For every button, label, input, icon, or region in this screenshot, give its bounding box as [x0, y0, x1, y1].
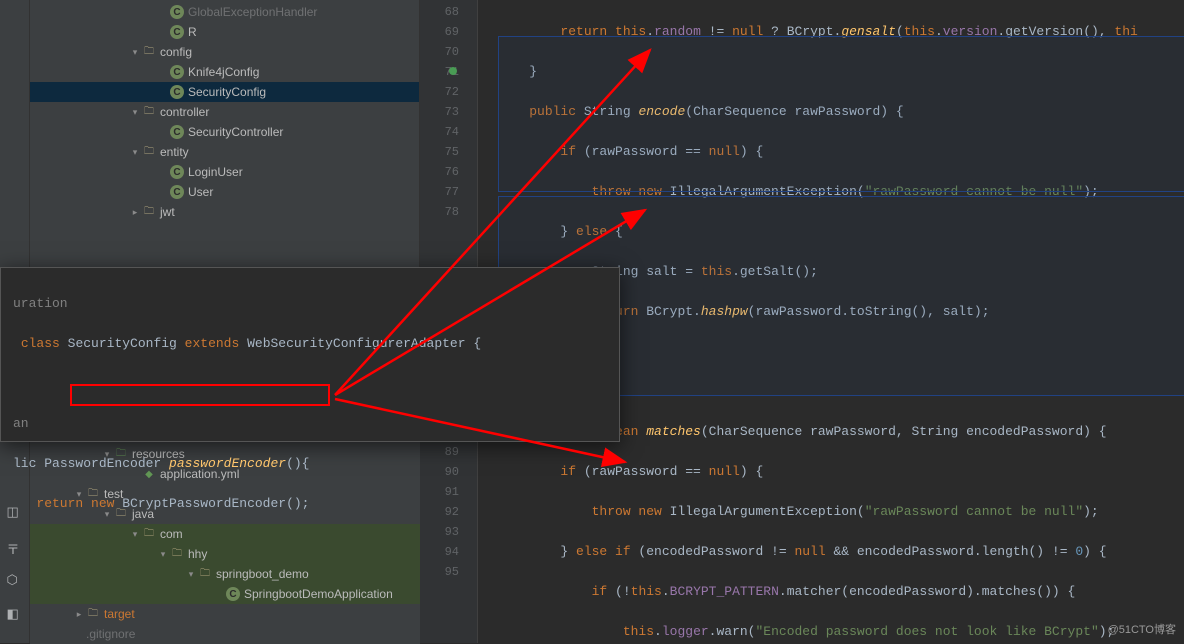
tree-item[interactable]: C Knife4jConfig	[30, 62, 419, 82]
tree-item-label: config	[160, 45, 192, 59]
tree-item[interactable]: ▾🗀controller	[30, 102, 419, 122]
build-icon[interactable]: ⬡	[7, 573, 23, 589]
tree-item-label: jwt	[160, 205, 175, 219]
tree-item[interactable]: ▾🗀config	[30, 42, 419, 62]
class-icon: C	[170, 125, 184, 139]
tree-item-label: R	[188, 25, 197, 39]
folder-icon: 🗀	[86, 607, 100, 621]
class-icon: C	[226, 587, 240, 601]
tree-item[interactable]: C User	[30, 182, 419, 202]
tree-item[interactable]: C LoginUser	[30, 162, 419, 182]
folder-icon: 🗀	[142, 145, 156, 159]
watermark: @51CTO博客	[1108, 621, 1176, 637]
database-icon[interactable]: ◧	[7, 607, 23, 623]
class-icon: C	[170, 185, 184, 199]
code-overlay: uration class SecurityConfig extends Web…	[0, 267, 620, 442]
tree-item-label: .gitignore	[86, 627, 135, 641]
class-icon: C	[170, 25, 184, 39]
tree-item[interactable]: ▸🗀target	[30, 604, 420, 624]
tree-item-label: GlobalExceptionHandler	[188, 5, 317, 19]
folder-icon: 🗀	[142, 105, 156, 119]
tree-item[interactable]: .gitignore	[30, 624, 420, 644]
tree-item-label: controller	[160, 105, 209, 119]
tree-item-label: User	[188, 185, 213, 199]
tree-item-label: SpringbootDemoApplication	[244, 587, 393, 601]
tree-item-label: Knife4jConfig	[188, 65, 259, 79]
tree-item[interactable]: ▾🗀entity	[30, 142, 419, 162]
tree-item[interactable]: ▾🗀springboot_demo	[30, 564, 420, 584]
folder-icon: 🗀	[142, 205, 156, 219]
tree-item-label: target	[104, 607, 135, 621]
class-icon: C	[170, 85, 184, 99]
tree-item[interactable]: C GlobalExceptionHandler	[30, 2, 419, 22]
tree-item[interactable]: C SecurityConfig	[30, 82, 419, 102]
class-icon: C	[170, 5, 184, 19]
tree-item[interactable]: C SpringbootDemoApplication	[30, 584, 420, 604]
tree-item[interactable]: C SecurityController	[30, 122, 419, 142]
tree-item-label: entity	[160, 145, 189, 159]
folder-icon: 🗀	[142, 45, 156, 59]
tree-item-label: SecurityConfig	[188, 85, 266, 99]
folder-icon: 🗀	[198, 567, 212, 581]
tree-item[interactable]: CR	[30, 22, 419, 42]
tree-item-label: springboot_demo	[216, 567, 309, 581]
class-icon: C	[170, 165, 184, 179]
tree-item[interactable]: ▸🗀jwt	[30, 202, 419, 222]
tree-item-label: SecurityController	[188, 125, 283, 139]
class-icon: C	[170, 65, 184, 79]
tree-item-label: LoginUser	[188, 165, 243, 179]
